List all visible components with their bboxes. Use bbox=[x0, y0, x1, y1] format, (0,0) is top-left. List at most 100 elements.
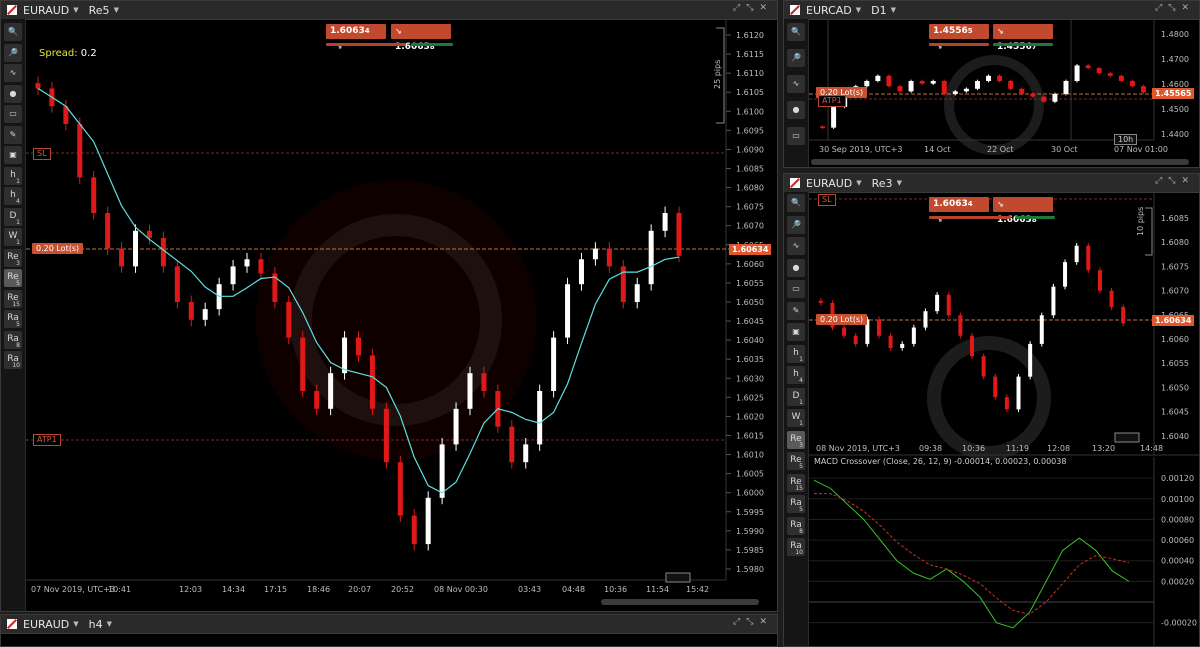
y-tick-label: 1.5980 bbox=[736, 565, 764, 574]
stop-loss-tag[interactable]: SL bbox=[33, 148, 51, 160]
screenshot-icon[interactable]: ▣ bbox=[4, 146, 22, 164]
sell-price-box[interactable]: 1.45565 ↘ bbox=[929, 24, 989, 51]
timeframe-d1-button[interactable]: D1 bbox=[787, 387, 805, 406]
h4-chart-titlebar[interactable]: EURAUD ▼ h4 ▼ ⤢⤡✕ bbox=[1, 615, 777, 634]
window-controls[interactable]: ⤢⤡✕ bbox=[1155, 176, 1195, 186]
window-controls[interactable]: ⤢⤡✕ bbox=[1155, 3, 1195, 13]
timeframe-re3-button[interactable]: Re 3 bbox=[787, 430, 805, 449]
window-controls[interactable]: ⤢⤡✕ bbox=[733, 617, 773, 627]
re3-candle bbox=[981, 356, 986, 377]
zoom-in-icon[interactable]: 🔍 bbox=[787, 23, 805, 41]
indicator-icon[interactable]: ∿ bbox=[787, 75, 805, 93]
zoom-out-icon[interactable]: 🔎 bbox=[787, 49, 805, 67]
screenshot-icon[interactable]: ▣ bbox=[787, 323, 805, 341]
re3-candle bbox=[1086, 245, 1091, 271]
x-tick-label: 08 Nov 00:30 bbox=[434, 585, 488, 594]
timeframe-label[interactable]: h4 bbox=[89, 618, 103, 631]
timeframe-re15-button[interactable]: Re 15 bbox=[787, 473, 805, 492]
symbol-label[interactable]: EURAUD bbox=[23, 4, 69, 17]
drawing-icon[interactable]: ✎ bbox=[4, 125, 22, 144]
timeframe-re5-button[interactable]: Re 5 bbox=[4, 269, 22, 287]
indicator-icon[interactable]: ∿ bbox=[4, 64, 22, 82]
buy-price-box[interactable]: ↘ 1.60638 bbox=[993, 197, 1053, 225]
timeframe-w1-button[interactable]: W1 bbox=[4, 228, 22, 246]
timeframe-ra10-button[interactable]: Ra 10 bbox=[4, 351, 22, 369]
zoom-out-icon[interactable]: 🔎 bbox=[4, 43, 22, 62]
symbol-dropdown-icon[interactable]: ▼ bbox=[73, 6, 78, 14]
sell-price-box[interactable]: 1.60634 ↘ bbox=[326, 24, 386, 51]
main-chart-titlebar[interactable]: EURAUD ▼ Re5 ▼ ⤢⤡✕ bbox=[1, 1, 777, 20]
eurcad-candle bbox=[1052, 93, 1058, 102]
re3-candle bbox=[935, 294, 940, 312]
atp-tag[interactable]: ATP1 bbox=[33, 434, 61, 446]
re3-chart-area[interactable]: 1.60851.60801.60751.60701.60651.60601.60… bbox=[809, 193, 1200, 647]
timeframe-h4-button[interactable]: h4 bbox=[787, 366, 805, 384]
timeframe-label[interactable]: Re3 bbox=[872, 177, 893, 190]
main-candle bbox=[300, 337, 306, 391]
indicator-icon[interactable]: ∿ bbox=[787, 237, 805, 255]
main-candle bbox=[328, 373, 334, 409]
eurcad-candle bbox=[1074, 65, 1080, 81]
timeframe-d1-button[interactable]: D1 bbox=[4, 207, 22, 226]
timeframe-dropdown-icon[interactable]: ▼ bbox=[107, 620, 112, 628]
timeframe-re15-button[interactable]: Re 15 bbox=[4, 289, 22, 308]
timeframe-ra5-button[interactable]: Ra 5 bbox=[787, 495, 805, 513]
re3-candle bbox=[853, 335, 858, 344]
main-candle bbox=[174, 266, 180, 302]
timeframe-dropdown-icon[interactable]: ▼ bbox=[891, 6, 896, 14]
chart-type-icon[interactable]: ▭ bbox=[787, 127, 805, 145]
timeframe-dropdown-icon[interactable]: ▼ bbox=[897, 179, 902, 187]
eurcad-chart-titlebar[interactable]: EURCAD ▼ D1 ▼ ⤢⤡✕ bbox=[784, 1, 1199, 20]
symbol-dropdown-icon[interactable]: ▼ bbox=[856, 179, 861, 187]
position-lot-box[interactable]: 0.20 Lot(s) bbox=[32, 243, 84, 254]
timeframe-label[interactable]: Re5 bbox=[89, 4, 110, 17]
x-tick-label: 18:46 bbox=[307, 585, 330, 594]
timeframe-h4-button[interactable]: h4 bbox=[4, 187, 22, 205]
buy-price-box[interactable]: ↘ 1.45567 bbox=[993, 24, 1053, 52]
timeframe-ra8-button[interactable]: Ra 8 bbox=[4, 330, 22, 349]
sell-volume-bar bbox=[326, 43, 406, 46]
ctrader-logo-icon bbox=[790, 178, 800, 188]
atp-tag[interactable]: ATP1 bbox=[818, 95, 846, 107]
horizontal-scrollbar[interactable] bbox=[811, 159, 1189, 165]
zoom-in-icon[interactable]: 🔍 bbox=[787, 194, 805, 212]
zoom-out-icon[interactable]: 🔎 bbox=[787, 215, 805, 234]
timeframe-ra10-button[interactable]: Ra 10 bbox=[787, 538, 805, 556]
re3-chart-titlebar[interactable]: EURAUD ▼ Re3 ▼ ⤢⤡✕ bbox=[784, 174, 1199, 193]
sell-price-box[interactable]: 1.60634 ↘ bbox=[929, 197, 989, 224]
symbol-dropdown-icon[interactable]: ▼ bbox=[856, 6, 861, 14]
window-controls[interactable]: ⤢⤡✕ bbox=[733, 3, 773, 13]
cbot-icon[interactable]: ● bbox=[4, 84, 22, 103]
drawing-icon[interactable]: ✎ bbox=[787, 301, 805, 320]
symbol-label[interactable]: EURAUD bbox=[806, 177, 852, 190]
symbol-dropdown-icon[interactable]: ▼ bbox=[73, 620, 78, 628]
timeframe-dropdown-icon[interactable]: ▼ bbox=[114, 6, 119, 14]
timeframe-ra8-button[interactable]: Ra 8 bbox=[787, 516, 805, 535]
eurcad-candle bbox=[1019, 88, 1025, 94]
timeframe-h1-button[interactable]: h1 bbox=[787, 344, 805, 363]
zoom-in-icon[interactable]: 🔍 bbox=[4, 23, 22, 41]
eurcad-candle bbox=[864, 81, 870, 87]
position-lot-box[interactable]: 0.20 Lot(s) bbox=[816, 314, 868, 325]
horizontal-scrollbar[interactable] bbox=[601, 599, 759, 605]
time-marker[interactable]: 10h bbox=[1114, 134, 1138, 145]
chart-type-icon[interactable]: ▭ bbox=[4, 105, 22, 123]
timeframe-re5-button[interactable]: Re 5 bbox=[787, 452, 805, 470]
chart-type-icon[interactable]: ▭ bbox=[787, 280, 805, 298]
timeframe-re3-button[interactable]: Re 3 bbox=[4, 248, 22, 267]
eurcad-candle bbox=[1085, 65, 1091, 69]
x-tick-label: 10:36 bbox=[604, 585, 627, 594]
timeframe-h1-button[interactable]: h1 bbox=[4, 166, 22, 185]
buy-price-box[interactable]: ↘ 1.60638 bbox=[391, 24, 451, 52]
timeframe-label[interactable]: D1 bbox=[871, 4, 886, 17]
stop-loss-tag[interactable]: SL bbox=[818, 194, 836, 206]
cbot-icon[interactable]: ● bbox=[787, 258, 805, 277]
symbol-label[interactable]: EURAUD bbox=[23, 618, 69, 631]
symbol-label[interactable]: EURCAD bbox=[806, 4, 852, 17]
y-tick-label: 1.6070 bbox=[1161, 287, 1189, 296]
timeframe-w1-button[interactable]: W1 bbox=[787, 409, 805, 427]
time-marker bbox=[665, 572, 691, 583]
timeframe-ra5-button[interactable]: Ra 5 bbox=[4, 310, 22, 328]
cbot-icon[interactable]: ● bbox=[787, 101, 805, 119]
main-chart-area[interactable]: 1.6120 1.6115 1.6110 1.6105 1.6100 1.6095 1.60… bbox=[26, 20, 778, 595]
